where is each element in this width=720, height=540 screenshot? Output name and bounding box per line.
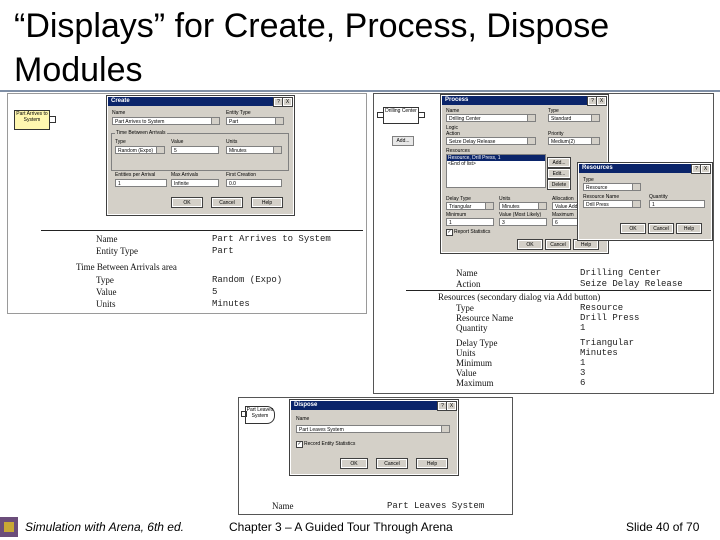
- process-display-table: Name Drilling Center Action Seize Delay …: [374, 94, 713, 393]
- process-row-label: Action: [456, 279, 481, 289]
- create-row-label: Units: [96, 299, 116, 309]
- process-row-label: Delay Type: [456, 338, 498, 348]
- process-row-value: Drill Press: [580, 313, 640, 323]
- process-row-value: Seize Delay Release: [580, 279, 683, 289]
- slide-title: “Displays” for Create, Process, Dispose …: [14, 7, 610, 89]
- process-row-label: Type: [456, 303, 474, 313]
- create-row-value: Part: [212, 246, 234, 256]
- process-row-value: Minutes: [580, 348, 618, 358]
- process-row-value: 1: [580, 323, 586, 333]
- process-row-label: Units: [456, 348, 476, 358]
- create-row-label: Entity Type: [96, 246, 138, 256]
- process-row-label: Minimum: [456, 358, 493, 368]
- process-row-value: Triangular: [580, 338, 635, 348]
- create-row-value: 5: [212, 287, 218, 297]
- process-row-value: 1: [580, 358, 586, 368]
- dispose-row-label: Name: [272, 501, 294, 511]
- create-row-label: Value: [96, 287, 117, 297]
- process-display-panel: Drilling Center Add... Process ? X Name …: [373, 93, 714, 394]
- process-row-label: Name: [456, 268, 478, 278]
- footer-chapter: Chapter 3 – A Guided Tour Through Arena: [229, 520, 453, 534]
- process-row-label: Resource Name: [456, 313, 514, 323]
- create-display-table: Name Part Arrives to System Entity Type …: [8, 94, 366, 313]
- dispose-display-table: Name Part Leaves System: [239, 398, 512, 514]
- create-row-value: Minutes: [212, 299, 250, 309]
- process-resources-caption: Resources (secondary dialog via Add butt…: [438, 292, 601, 302]
- create-row-value: Part Arrives to System: [212, 234, 331, 244]
- arena-logo-icon: [0, 517, 18, 537]
- title-divider: [0, 90, 720, 92]
- process-row-value: Drilling Center: [580, 268, 662, 278]
- process-row-label: Maximum: [456, 378, 494, 388]
- process-row-label: Value: [456, 368, 477, 378]
- create-row-section: Time Between Arrivals area: [76, 262, 177, 272]
- dispose-row-value: Part Leaves System: [387, 501, 485, 511]
- dispose-display-panel: Part Leaves System Dispose ? X Name Part…: [238, 397, 513, 515]
- footer-book-title: Simulation with Arena, 6th ed.: [25, 520, 184, 534]
- process-row-value: 6: [580, 378, 586, 388]
- process-row-label: Quantity: [456, 323, 488, 333]
- process-row-value: Resource: [580, 303, 624, 313]
- create-row-label: Type: [96, 275, 114, 285]
- create-display-panel: Part Arrives to System Create ? X Name P…: [7, 93, 367, 314]
- footer-slide-number: Slide 40 of 70: [626, 520, 700, 534]
- create-row-label: Name: [96, 234, 118, 244]
- process-row-value: 3: [580, 368, 586, 378]
- create-row-value: Random (Expo): [212, 275, 283, 285]
